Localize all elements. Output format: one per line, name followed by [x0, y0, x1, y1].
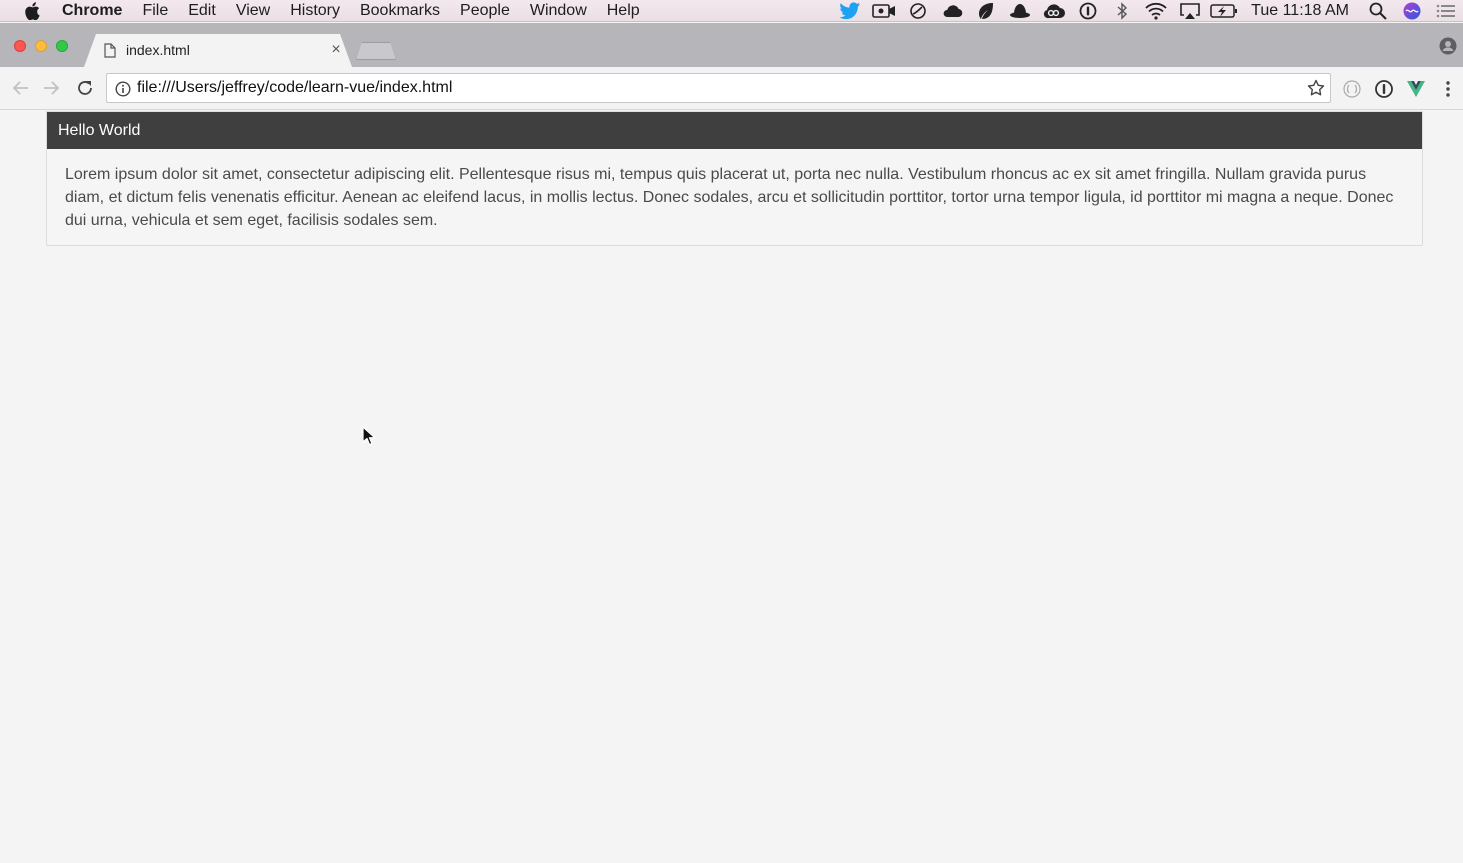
site-info-icon[interactable] — [115, 81, 131, 102]
browser-toolbar — [0, 67, 1463, 110]
alfred-hat-icon[interactable] — [1003, 0, 1037, 22]
status-bar: Tue 11:18 AM — [833, 0, 1463, 22]
tab-index-html[interactable]: index.html × — [84, 34, 352, 67]
window-close-button[interactable] — [14, 40, 26, 52]
menu-bar-clock[interactable]: Tue 11:18 AM — [1241, 2, 1361, 20]
back-icon[interactable] — [9, 77, 31, 99]
spotlight-icon[interactable] — [1361, 0, 1395, 22]
menu-icon[interactable] — [1437, 78, 1459, 100]
app-menu: Chrome File Edit View History Bookmarks … — [62, 0, 650, 22]
apple-icon[interactable] — [22, 1, 42, 21]
menu-window[interactable]: Window — [520, 0, 597, 22]
hello-card: Hello World Lorem ipsum dolor sit amet, … — [46, 111, 1423, 246]
1password-extension-icon[interactable] — [1373, 78, 1395, 100]
menu-file[interactable]: File — [132, 0, 178, 22]
forward-icon[interactable] — [41, 77, 63, 99]
new-tab-button[interactable] — [356, 42, 396, 60]
tab-title: index.html — [126, 42, 190, 58]
creative-cloud-icon[interactable] — [1037, 0, 1071, 22]
menu-people[interactable]: People — [450, 0, 520, 22]
tab-close-icon[interactable]: × — [329, 41, 343, 59]
window-minimize-button[interactable] — [35, 40, 47, 52]
airplay-icon[interactable] — [1173, 0, 1207, 22]
cloud-icon[interactable] — [935, 0, 969, 22]
card-title: Hello World — [47, 112, 1422, 149]
reload-icon[interactable] — [74, 77, 96, 99]
menu-history[interactable]: History — [280, 0, 350, 22]
mouse-cursor-icon — [362, 426, 376, 451]
bookmark-star-icon[interactable] — [1307, 79, 1325, 102]
battery-charging-icon[interactable] — [1207, 0, 1241, 22]
twitter-icon[interactable] — [833, 0, 867, 22]
window-controls — [14, 40, 68, 52]
url-input[interactable] — [137, 77, 1287, 99]
extension-circle-icon[interactable] — [1341, 78, 1363, 100]
notification-center-icon[interactable] — [1429, 0, 1463, 22]
1password-icon[interactable] — [1071, 0, 1105, 22]
profile-icon[interactable] — [1439, 37, 1457, 60]
leaf-icon[interactable] — [969, 0, 1003, 22]
card-body-text: Lorem ipsum dolor sit amet, consectetur … — [65, 166, 1394, 229]
siri-icon[interactable] — [1395, 0, 1429, 22]
browser-tab-strip: index.html × — [0, 23, 1463, 67]
screen-record-icon[interactable] — [867, 0, 901, 22]
vue-devtools-icon[interactable] — [1405, 78, 1427, 100]
page-viewport: Hello World Lorem ipsum dolor sit amet, … — [0, 111, 1463, 863]
sync-icon[interactable] — [901, 0, 935, 22]
wifi-icon[interactable] — [1139, 0, 1173, 22]
menu-help[interactable]: Help — [597, 0, 650, 22]
address-bar[interactable] — [106, 73, 1331, 103]
window-maximize-button[interactable] — [56, 40, 68, 52]
macos-menu-bar: Chrome File Edit View History Bookmarks … — [0, 0, 1463, 22]
menu-view[interactable]: View — [226, 0, 280, 22]
bluetooth-icon[interactable] — [1105, 0, 1139, 22]
file-icon — [104, 43, 116, 63]
menu-edit[interactable]: Edit — [178, 0, 226, 22]
menu-bookmarks[interactable]: Bookmarks — [350, 0, 450, 22]
menu-chrome[interactable]: Chrome — [62, 0, 132, 22]
